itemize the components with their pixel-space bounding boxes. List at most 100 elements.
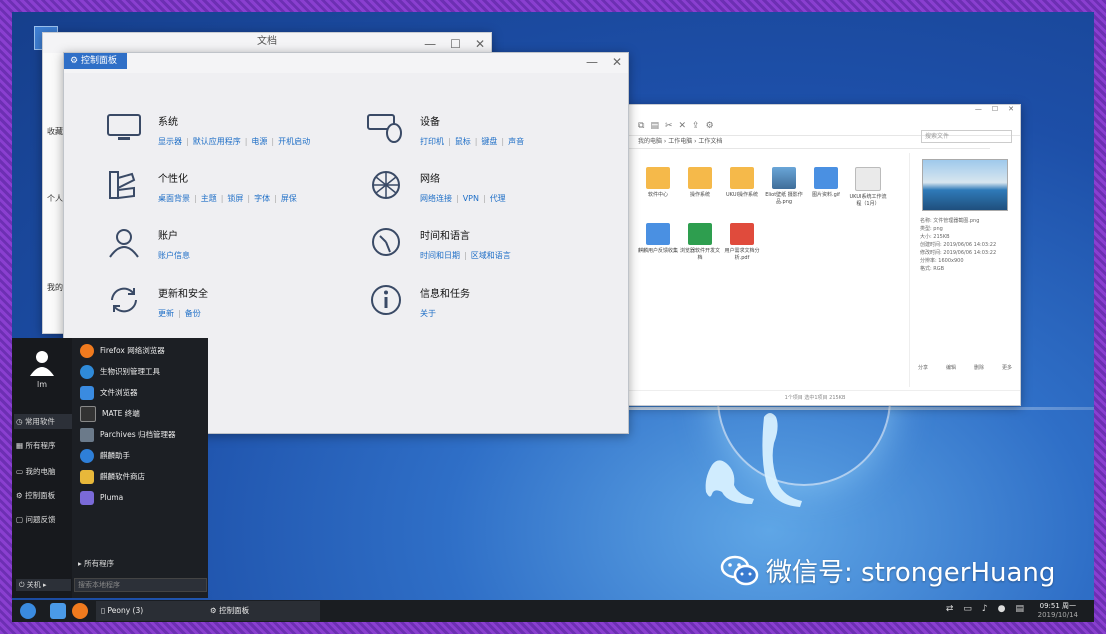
cp-time-language[interactable]: 时间和语言 时间和日期 | 区域和语言: [366, 225, 511, 261]
maximize-button[interactable]: ☐: [450, 35, 461, 53]
task-control-panel[interactable]: ⚙ 控制面板: [205, 601, 320, 621]
cp-update-security[interactable]: 更新和安全 更新 | 备份: [104, 283, 208, 319]
category-all-programs[interactable]: ▦ 所有程序: [16, 440, 72, 451]
settings-icon[interactable]: ⚙: [706, 121, 714, 131]
category-feedback[interactable]: ▢ 问题反馈: [16, 514, 72, 525]
app-terminal[interactable]: MATE 终端: [76, 403, 204, 424]
copy-icon[interactable]: ⧉: [638, 121, 644, 131]
link-keyboard[interactable]: 键盘: [481, 137, 497, 146]
maximize-icon[interactable]: ☐: [992, 105, 998, 113]
link-wallpaper[interactable]: 桌面背景: [158, 194, 190, 203]
close-button[interactable]: ✕: [475, 35, 485, 53]
task-peony[interactable]: ▯ Peony (3): [96, 601, 205, 621]
link-printer[interactable]: 打印机: [420, 137, 444, 146]
link-screensaver[interactable]: 屏保: [281, 194, 297, 203]
edit-button[interactable]: 编辑: [946, 364, 956, 371]
cp-network[interactable]: 网络 网络连接 | VPN | 代理: [366, 168, 506, 204]
cp-accounts-links: 账户信息: [158, 250, 190, 261]
link-network-connection[interactable]: 网络连接: [420, 194, 452, 203]
start-button-icon[interactable]: [20, 603, 36, 619]
link-backup[interactable]: 备份: [185, 309, 201, 318]
app-software-store[interactable]: 麒麟软件商店: [76, 466, 204, 487]
link-region-language[interactable]: 区域和语言: [471, 251, 511, 260]
link-date-time[interactable]: 时间和日期: [420, 251, 460, 260]
monitor-tray-icon[interactable]: ▭: [963, 604, 972, 614]
link-proxy[interactable]: 代理: [490, 194, 506, 203]
link-default-apps[interactable]: 默认应用程序: [193, 137, 241, 146]
cp-system[interactable]: 系统 显示器 | 默认应用程序 | 电源 | 开机启动: [104, 111, 310, 147]
more-button[interactable]: 更多: [1002, 364, 1012, 371]
app-pluma[interactable]: Pluma: [76, 487, 204, 508]
app-file-browser[interactable]: 文件浏览器: [76, 382, 204, 403]
cp-devices[interactable]: 设备 打印机 | 鼠标 | 键盘 | 声音: [366, 111, 524, 147]
link-update[interactable]: 更新: [158, 309, 174, 318]
file-manager-titlebar[interactable]: — ☐ ✕: [610, 105, 1020, 117]
link-theme[interactable]: 主题: [201, 194, 217, 203]
file-manager-taskbar-icon[interactable]: [50, 603, 66, 619]
cp-info-links: 关于: [420, 308, 470, 319]
folder-icon: [688, 167, 712, 189]
link-mouse[interactable]: 鼠标: [455, 137, 471, 146]
file-item[interactable]: UKUI操作系统: [722, 167, 762, 198]
start-menu-sidebar: lm ◷ 常用软件 ▦ 所有程序 ▭ 我的电脑 ⚙ 控制面板 ▢ 问题反馈 ⏻ …: [12, 338, 72, 598]
clock[interactable]: 09:51 周一 2019/10/14: [1038, 602, 1078, 620]
app-firefox[interactable]: Firefox 网络浏览器: [76, 340, 204, 361]
app-biometric[interactable]: 生物识别管理工具: [76, 361, 204, 382]
category-control-panel[interactable]: ⚙ 控制面板: [16, 490, 72, 501]
link-power[interactable]: 电源: [251, 137, 267, 146]
file-item[interactable]: 软件中心: [638, 167, 678, 198]
file-item[interactable]: UKUI系统工作流程（1月）: [848, 167, 888, 207]
minimize-button[interactable]: —: [424, 35, 436, 53]
input-method-tray-icon[interactable]: ▤: [1015, 604, 1024, 614]
power-button[interactable]: ⏻ 关机 ▸: [16, 579, 71, 591]
cp-info-tasks[interactable]: 信息和任务 关于: [366, 283, 470, 319]
firefox-taskbar-icon[interactable]: [72, 603, 88, 619]
link-sound[interactable]: 声音: [508, 137, 524, 146]
start-menu[interactable]: lm ◷ 常用软件 ▦ 所有程序 ▭ 我的电脑 ⚙ 控制面板 ▢ 问题反馈 ⏻ …: [12, 338, 208, 598]
volume-tray-icon[interactable]: ♪: [982, 604, 988, 614]
link-startup[interactable]: 开机启动: [278, 137, 310, 146]
cp-accounts[interactable]: 账户 账户信息: [104, 225, 190, 261]
network-tray-icon[interactable]: ⇄: [946, 604, 954, 614]
minimize-button[interactable]: —: [586, 55, 598, 69]
user-icon: [109, 229, 139, 258]
file-manager-window[interactable]: — ☐ ✕ ⧉ ▤ ✂ ✕ ⇪ ⚙ 搜索文件 我的电脑 › 工作电脑 › 工作文…: [609, 104, 1021, 406]
file-item[interactable]: 操作系统: [680, 167, 720, 198]
kylin-tray-icon[interactable]: ●: [998, 604, 1006, 614]
control-panel-titlebar[interactable]: ⚙ 控制面板 — ✕: [64, 53, 628, 73]
app-kylin-assistant[interactable]: 麒麟助手: [76, 445, 204, 466]
link-account-info[interactable]: 账户信息: [158, 251, 190, 260]
close-icon[interactable]: ✕: [1008, 105, 1014, 113]
file-item[interactable]: Eliot壁纸 摄影作品.png: [764, 167, 804, 205]
wechat-icon: [720, 555, 759, 585]
delete-button[interactable]: 删除: [974, 364, 984, 371]
category-frequent[interactable]: ◷ 常用软件: [14, 414, 72, 429]
file-item[interactable]: 用户需求文档分析.pdf: [722, 223, 762, 261]
text-file-icon: [855, 167, 881, 191]
file-search-input[interactable]: 搜索文件: [921, 130, 1012, 143]
file-item[interactable]: 浏览器软件开发文档: [680, 223, 720, 261]
link-vpn[interactable]: VPN: [463, 194, 479, 203]
file-item[interactable]: 图片资料.gif: [806, 167, 846, 198]
share-button[interactable]: 分享: [918, 364, 928, 371]
documents-titlebar[interactable]: 文档 — ☐ ✕: [43, 33, 491, 53]
paste-icon[interactable]: ▤: [650, 121, 659, 131]
link-lockscreen[interactable]: 锁屏: [227, 194, 243, 203]
file-item[interactable]: 麒麟用户反馈收集: [638, 223, 678, 254]
link-fonts[interactable]: 字体: [254, 194, 270, 203]
link-display[interactable]: 显示器: [158, 137, 182, 146]
close-button[interactable]: ✕: [612, 55, 622, 69]
all-programs-link[interactable]: ▸ 所有程序: [78, 558, 114, 569]
user-avatar-icon[interactable]: [28, 348, 56, 376]
category-my-computer[interactable]: ▭ 我的电脑: [16, 466, 72, 477]
start-username: lm: [36, 380, 47, 389]
start-search-input[interactable]: 搜索本地程序: [74, 578, 207, 592]
minimize-icon[interactable]: —: [975, 105, 982, 113]
cut-icon[interactable]: ✂: [665, 121, 673, 131]
link-about[interactable]: 关于: [420, 309, 436, 318]
share-icon[interactable]: ⇪: [692, 121, 700, 131]
delete-icon[interactable]: ✕: [679, 121, 687, 131]
control-panel-tab[interactable]: ⚙ 控制面板: [64, 53, 127, 69]
cp-personalization[interactable]: 个性化 桌面背景 | 主题 | 锁屏 | 字体 | 屏保: [104, 168, 297, 204]
app-archive-manager[interactable]: Parchives 归档管理器: [76, 424, 204, 445]
